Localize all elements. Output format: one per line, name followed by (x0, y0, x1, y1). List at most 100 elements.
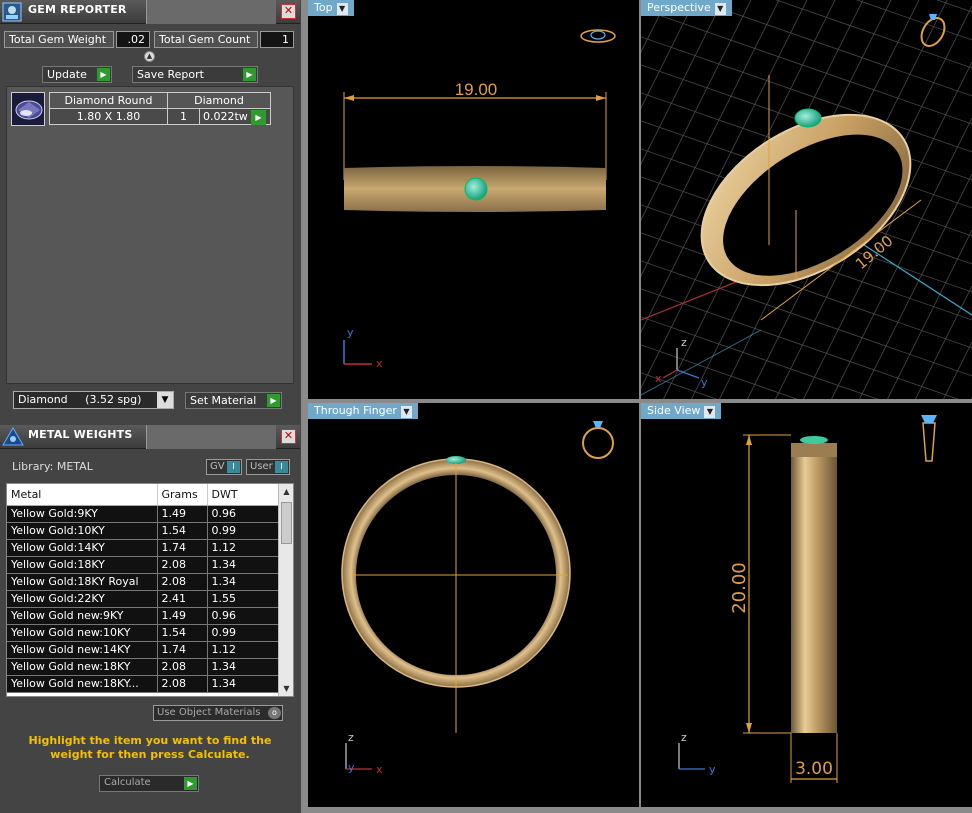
play-icon: ▶ (184, 777, 197, 790)
column-header-dwt[interactable]: DWT (207, 484, 279, 506)
play-icon: ▶ (97, 68, 110, 81)
cell-metal: Yellow Gold:9KY (7, 505, 158, 523)
table-row[interactable]: Yellow Gold new:9KY 1.49 0.96 (7, 607, 279, 625)
use-object-materials-toggle[interactable]: Use Object Materials o (153, 705, 283, 721)
toggle-indicator-icon: I (275, 461, 288, 473)
gem-count-cell[interactable]: 1 (167, 108, 200, 125)
metal-weights-titlebar: METAL WEIGHTS ✕ (0, 425, 300, 449)
table-row[interactable]: Yellow Gold:14KY 1.74 1.12 (7, 539, 279, 557)
metal-weights-icon (2, 427, 24, 447)
chevron-down-icon[interactable]: ▼ (704, 406, 716, 418)
gem-size-cell[interactable]: 1.80 X 1.80 (49, 108, 168, 125)
gv-toggle[interactable]: GV I (206, 459, 242, 475)
through-finger-viewport[interactable]: z y x Through Finger ▼ (308, 403, 639, 807)
table-row[interactable]: Yellow Gold:18KY 2.08 1.34 (7, 556, 279, 574)
play-icon: ▶ (267, 394, 280, 407)
update-button[interactable]: Update ▶ (42, 66, 112, 83)
through-finger-canvas: z y x (341, 421, 614, 776)
side-height-dimension-label: 20.00 (729, 562, 750, 614)
through-finger-view-tab[interactable]: Through Finger ▼ (308, 403, 418, 419)
table-row[interactable]: Yellow Gold new:10KY 1.54 0.99 (7, 624, 279, 642)
metal-weights-close-button[interactable]: ✕ (281, 429, 296, 444)
cell-grams: 1.49 (157, 607, 208, 625)
cell-dwt: 1.34 (207, 556, 279, 574)
material-select[interactable]: Diamond (3.52 spg) ▼ (13, 391, 174, 409)
table-row[interactable]: Yellow Gold new:18KY 2.08 1.34 (7, 658, 279, 676)
cell-dwt: 0.96 (207, 505, 279, 523)
gem-reporter-titlebar: GEM REPORTER ✕ (0, 0, 300, 24)
toggle-indicator-icon: I (227, 461, 240, 473)
perspective-view-label: Perspective (647, 1, 711, 14)
left-panel: GEM REPORTER ✕ Total Gem Weight .02 Tota… (0, 0, 301, 813)
top-view-label: Top (314, 1, 333, 14)
through-finger-gem-shape (446, 456, 466, 464)
side-view-canvas: 20.00 3.00 z y (678, 415, 937, 783)
table-row[interactable]: Yellow Gold new:18KY... 2.08 1.34 (7, 675, 279, 693)
cell-dwt: 1.12 (207, 641, 279, 659)
scroll-down-icon[interactable]: ▼ (279, 681, 293, 696)
svg-text:z: z (348, 731, 354, 744)
cell-metal: Yellow Gold:18KY (7, 556, 158, 574)
gem-name-cell[interactable]: Diamond Round (49, 92, 168, 109)
cell-metal: Yellow Gold new:18KY (7, 658, 158, 676)
table-row[interactable]: Yellow Gold:18KY Royal 2.08 1.34 (7, 573, 279, 591)
side-width-dimension-label: 3.00 (795, 759, 833, 779)
cell-dwt: 0.96 (207, 607, 279, 625)
scrollbar-thumb[interactable] (281, 502, 292, 544)
side-viewport[interactable]: 20.00 3.00 z y Side View ▼ (641, 403, 972, 807)
total-gem-weight-label: Total Gem Weight (4, 31, 114, 48)
chevron-down-icon: ▼ (157, 392, 173, 408)
chevron-down-icon[interactable]: ▼ (336, 3, 348, 15)
perspective-ring-thumbnail-icon (920, 14, 946, 47)
gem-reporter-close-button[interactable]: ✕ (281, 4, 296, 19)
calculate-button[interactable]: Calculate ▶ (99, 775, 199, 792)
collapse-toggle-icon[interactable]: ▲ (144, 51, 155, 62)
save-report-button[interactable]: Save Report ▶ (132, 66, 258, 83)
table-row[interactable]: Yellow Gold new:14KY 1.74 1.12 (7, 641, 279, 659)
diamond-thumbnail-icon[interactable] (11, 92, 45, 126)
use-object-materials-label: Use Object Materials (157, 707, 261, 718)
column-header-grams[interactable]: Grams (157, 484, 208, 506)
top-viewport[interactable]: 19.00 y x Top ▼ (308, 0, 639, 399)
side-view-tab[interactable]: Side View ▼ (641, 403, 722, 419)
svg-text:y: y (347, 326, 354, 339)
table-row[interactable]: Yellow Gold:22KY 2.41 1.55 (7, 590, 279, 608)
chevron-down-icon[interactable]: ▼ (714, 3, 726, 15)
cell-metal: Yellow Gold new:14KY (7, 641, 158, 659)
gem-material-cell[interactable]: Diamond (167, 92, 271, 109)
cell-metal: Yellow Gold:14KY (7, 539, 158, 557)
through-finger-ring-thumbnail-icon (582, 421, 614, 459)
gem-row-play-icon[interactable]: ▶ (251, 110, 266, 125)
top-gem-shape (464, 177, 488, 201)
cell-dwt: 1.55 (207, 590, 279, 608)
cell-grams: 1.49 (157, 505, 208, 523)
table-row[interactable]: Yellow Gold:10KY 1.54 0.99 (7, 522, 279, 540)
cell-metal: Yellow Gold:10KY (7, 522, 158, 540)
scroll-up-icon[interactable]: ▲ (279, 484, 293, 499)
cell-metal: Yellow Gold:18KY Royal (7, 573, 158, 591)
radio-icon: o (268, 707, 281, 719)
cell-grams: 1.54 (157, 624, 208, 642)
perspective-view-tab[interactable]: Perspective ▼ (641, 0, 732, 16)
perspective-viewport[interactable]: 19.00 z x y Perspective ▼ (641, 0, 972, 399)
material-select-spg: (3.52 spg) (85, 393, 142, 406)
cell-dwt: 0.99 (207, 624, 279, 642)
top-axis-gizmo: y x (343, 326, 383, 370)
cell-dwt: 0.99 (207, 522, 279, 540)
viewport-area: 19.00 y x Top ▼ 19.00 z x y Perspective … (301, 0, 972, 813)
set-material-button[interactable]: Set Material ▶ (185, 392, 282, 409)
top-ring-thumbnail-icon (580, 29, 616, 43)
top-view-tab[interactable]: Top ▼ (308, 0, 354, 16)
column-header-metal[interactable]: Metal (7, 484, 158, 506)
chevron-down-icon[interactable]: ▼ (400, 406, 412, 418)
cell-grams: 2.08 (157, 675, 208, 693)
metal-table-container: Metal Grams DWT Yellow Gold:9KY 1.49 0.96 Y… (6, 483, 294, 697)
user-toggle[interactable]: User I (246, 459, 290, 475)
metal-table-scrollbar[interactable]: ▲ ▼ (278, 484, 293, 696)
calculate-hint: Highlight the item you want to find the … (28, 734, 272, 761)
gem-reporter-title: GEM REPORTER (28, 3, 127, 16)
cell-grams: 1.74 (157, 539, 208, 557)
table-row[interactable]: Yellow Gold:9KY 1.49 0.96 (7, 505, 279, 523)
library-label: Library: METAL (12, 460, 93, 473)
cell-metal: Yellow Gold:22KY (7, 590, 158, 608)
